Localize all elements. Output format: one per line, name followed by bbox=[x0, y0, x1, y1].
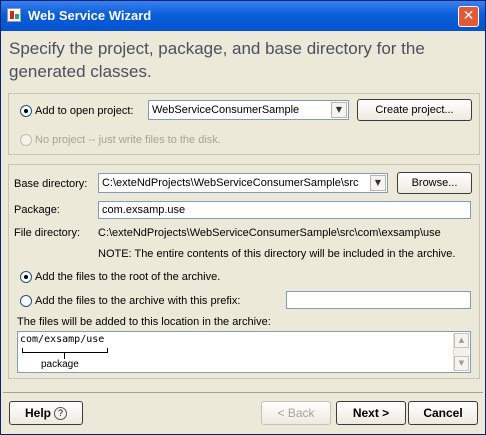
add-to-project-radio[interactable] bbox=[20, 105, 32, 117]
package-bracket bbox=[22, 348, 108, 353]
file-directory-value: C:\exteNdProjects\WebServiceConsumerSamp… bbox=[98, 227, 441, 239]
project-combobox[interactable]: WebServiceConsumerSample ▼ bbox=[148, 100, 349, 120]
note-text: NOTE: The entire contents of this direct… bbox=[98, 248, 456, 260]
root-archive-radio[interactable] bbox=[20, 271, 32, 283]
close-icon: ✕ bbox=[462, 8, 475, 24]
package-caption: package bbox=[41, 359, 79, 370]
prefix-archive-radio[interactable] bbox=[20, 295, 32, 307]
base-directory-combobox[interactable]: C:\exteNdProjects\WebServiceConsumerSamp… bbox=[98, 173, 388, 193]
next-button[interactable]: Next > bbox=[336, 401, 406, 425]
base-directory-value: C:\exteNdProjects\WebServiceConsumerSamp… bbox=[102, 177, 359, 189]
add-to-project-label: Add to open project: bbox=[35, 105, 134, 117]
cancel-button[interactable]: Cancel bbox=[408, 401, 478, 425]
app-icon bbox=[7, 8, 21, 22]
wizard-window: Web Service Wizard ✕ Specify the project… bbox=[0, 0, 486, 435]
help-button-label: Help bbox=[24, 406, 51, 420]
window-title: Web Service Wizard bbox=[28, 8, 152, 23]
page-heading: Specify the project, package, and base d… bbox=[9, 39, 425, 81]
package-label: Package: bbox=[14, 204, 60, 216]
preview-scrollbar[interactable]: ▲ ▼ bbox=[453, 333, 469, 371]
scroll-up-icon[interactable]: ▲ bbox=[454, 333, 469, 348]
scroll-down-icon[interactable]: ▼ bbox=[454, 356, 469, 371]
create-project-button[interactable]: Create project... bbox=[357, 99, 472, 121]
file-directory-label: File directory: bbox=[14, 227, 81, 239]
back-button[interactable]: < Back bbox=[261, 401, 331, 425]
archive-location-label: The files will be added to this location… bbox=[17, 316, 271, 328]
no-project-label: No project -- just write files to the di… bbox=[35, 134, 221, 146]
chevron-down-icon[interactable]: ▼ bbox=[370, 175, 386, 191]
browse-button[interactable]: Browse... bbox=[397, 172, 472, 194]
title-bar[interactable]: Web Service Wizard ✕ bbox=[1, 1, 485, 31]
close-button[interactable]: ✕ bbox=[458, 6, 479, 27]
help-button[interactable]: Help? bbox=[9, 401, 83, 425]
archive-location-preview: com/exsamp/use package ▲ ▼ bbox=[17, 331, 471, 373]
archive-path: com/exsamp/use bbox=[20, 334, 105, 345]
prefix-archive-label: Add the files to the archive with this p… bbox=[35, 295, 241, 307]
root-archive-label: Add the files to the root of the archive… bbox=[35, 271, 221, 283]
package-input[interactable]: com.exsamp.use bbox=[98, 201, 471, 219]
help-icon: ? bbox=[54, 407, 67, 421]
base-directory-label: Base directory: bbox=[14, 178, 88, 190]
button-bar: Help? < Back Next > Cancel bbox=[3, 392, 483, 434]
chevron-down-icon[interactable]: ▼ bbox=[331, 102, 347, 118]
project-combobox-value: WebServiceConsumerSample bbox=[152, 104, 300, 116]
prefix-input[interactable] bbox=[286, 291, 471, 309]
no-project-radio[interactable] bbox=[20, 134, 32, 146]
